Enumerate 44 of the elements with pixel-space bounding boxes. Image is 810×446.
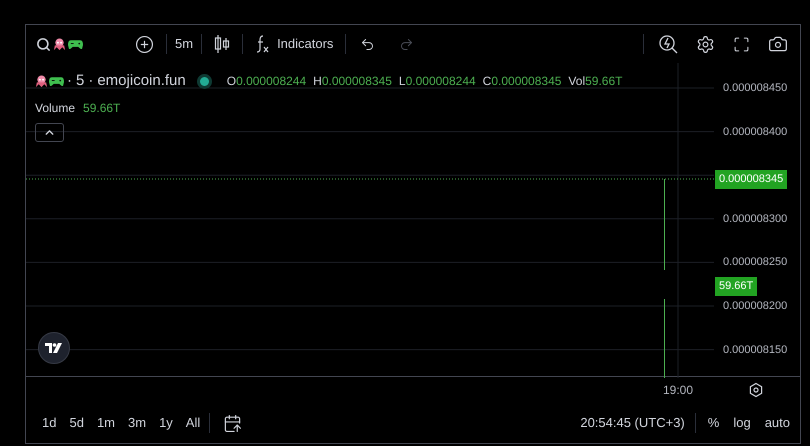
range-button[interactable]: 1m [92,413,119,433]
volume-value: 59.66T [83,100,120,116]
volume-label: Volume [35,100,76,116]
legend-separator: · [88,71,94,91]
candlestick-icon [214,35,230,53]
price-label: 0.000008300 [723,212,788,227]
indicators-button[interactable]: Indicators [243,34,346,54]
scale-toggle[interactable]: auto [762,413,792,433]
scale-toggle[interactable]: log [731,413,753,433]
octopus-icon [53,38,66,50]
range-button[interactable]: All [182,413,204,433]
range-button[interactable]: 3m [124,413,150,433]
gamepad-icon [49,76,64,87]
price-label: 0.000008150 [723,342,788,358]
ohlc-value: L0.000008244 [398,73,476,90]
legend-source: emojicoin.fun [97,71,186,91]
ohlc-value: H0.000008345 [313,73,392,90]
collapse-button[interactable] [35,122,64,142]
range-button[interactable]: 5d [65,413,88,433]
clock-text: 20:54:45 (UTC+3) [580,414,685,432]
legend-separator: · [67,71,72,91]
search-button[interactable] [36,36,83,52]
range-button[interactable]: 1d [38,413,60,433]
legend-interval: 5 [76,71,84,91]
price-label: 0.000008400 [723,124,788,140]
ohlc-value: Vol59.66T [568,73,622,90]
ohlc-value: O0.000008244 [226,73,306,90]
time-label: 19:00 [663,382,694,399]
volume-tag: 59.66T [715,277,758,296]
range-button[interactable]: 1y [155,413,177,433]
redo-icon [399,36,414,52]
function-icon [255,35,270,53]
price-label: 0.000008250 [723,255,788,270]
octopus-icon [35,74,48,88]
last-price-tag: 0.000008345 [715,170,788,188]
gamepad-icon [68,38,83,50]
undo-icon [360,36,376,52]
scale-toggle[interactable]: % [706,413,722,433]
search-icon [36,36,51,52]
go-to-date-button[interactable] [222,412,244,434]
price-label: 0.000008450 [723,81,788,96]
ohlc-value: C0.000008345 [482,73,562,90]
interval-button[interactable]: 5m [167,34,202,54]
price-label: 0.000008200 [723,299,788,314]
